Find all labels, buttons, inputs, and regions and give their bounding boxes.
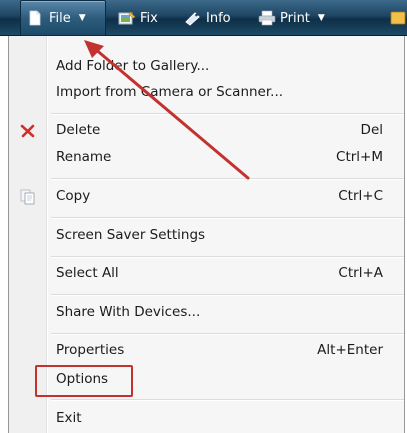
menu-item-shortcut: Ctrl+A: [338, 265, 383, 281]
menu-item-shortcut: Del: [360, 122, 383, 138]
menu-item-rename[interactable]: Rename Ctrl+M: [9, 144, 404, 170]
menu-item-select-all[interactable]: Select All Ctrl+A: [9, 260, 404, 286]
fix-label: Fix: [140, 10, 158, 26]
menu-item-label: Delete: [56, 122, 101, 138]
menu-separator: [51, 333, 404, 335]
menu-item-copy[interactable]: Copy Ctrl+C: [9, 183, 404, 209]
menu-item-shortcut: Ctrl+C: [338, 188, 383, 204]
document-icon: [27, 10, 43, 26]
copy-icon: [18, 187, 38, 207]
menu-item-delete[interactable]: Delete Del: [9, 117, 404, 143]
fix-button[interactable]: Fix: [118, 0, 158, 36]
menu-separator: [51, 178, 404, 180]
menu-item-import[interactable]: Import from Camera or Scanner...: [9, 79, 404, 105]
file-menu-label: File: [49, 10, 71, 26]
print-label: Print: [280, 10, 310, 26]
print-menu-button[interactable]: Print ▼: [258, 0, 325, 36]
file-menu-button[interactable]: File ▼: [20, 0, 106, 36]
info-label: Info: [206, 10, 231, 26]
menu-separator: [51, 217, 404, 219]
menu-item-label: Import from Camera or Scanner...: [56, 84, 284, 100]
menu-item-label: Select All: [56, 265, 119, 281]
printer-icon: [258, 10, 276, 26]
menu-item-label: Share With Devices...: [56, 304, 201, 320]
extra-toolbar-button[interactable]: [390, 0, 406, 36]
menu-item-label: Screen Saver Settings: [56, 227, 206, 243]
info-icon: [184, 10, 200, 26]
menu-item-label: Exit: [56, 410, 82, 426]
toolbar: File ▼ Fix Info Print ▼: [0, 0, 407, 36]
partial-icon: [390, 10, 406, 26]
chevron-down-icon: ▼: [78, 13, 86, 23]
menu-item-label: Add Folder to Gallery...: [56, 58, 210, 74]
menu-item-shortcut: Alt+Enter: [317, 342, 383, 358]
menu-item-exit[interactable]: Exit: [9, 405, 404, 431]
delete-icon: [18, 121, 38, 141]
menu-item-label: Copy: [56, 188, 91, 204]
menu-separator: [51, 294, 404, 296]
menu-separator: [51, 256, 404, 258]
menu-item-share-with-devices[interactable]: Share With Devices...: [9, 299, 404, 325]
menu-item-label: Properties: [56, 342, 125, 358]
menu-item-screen-saver-settings[interactable]: Screen Saver Settings: [9, 222, 404, 248]
menu-item-add-folder[interactable]: Add Folder to Gallery...: [9, 53, 404, 79]
menu-item-properties[interactable]: Properties Alt+Enter: [9, 337, 404, 363]
menu-item-label: Rename: [56, 149, 112, 165]
options-highlight-box: [35, 365, 133, 397]
fix-icon: [118, 10, 136, 26]
menu-separator: [51, 399, 404, 401]
menu-separator: [51, 113, 404, 115]
chevron-down-icon: ▼: [317, 13, 325, 23]
menu-item-shortcut: Ctrl+M: [336, 149, 383, 165]
info-button[interactable]: Info: [184, 0, 231, 36]
